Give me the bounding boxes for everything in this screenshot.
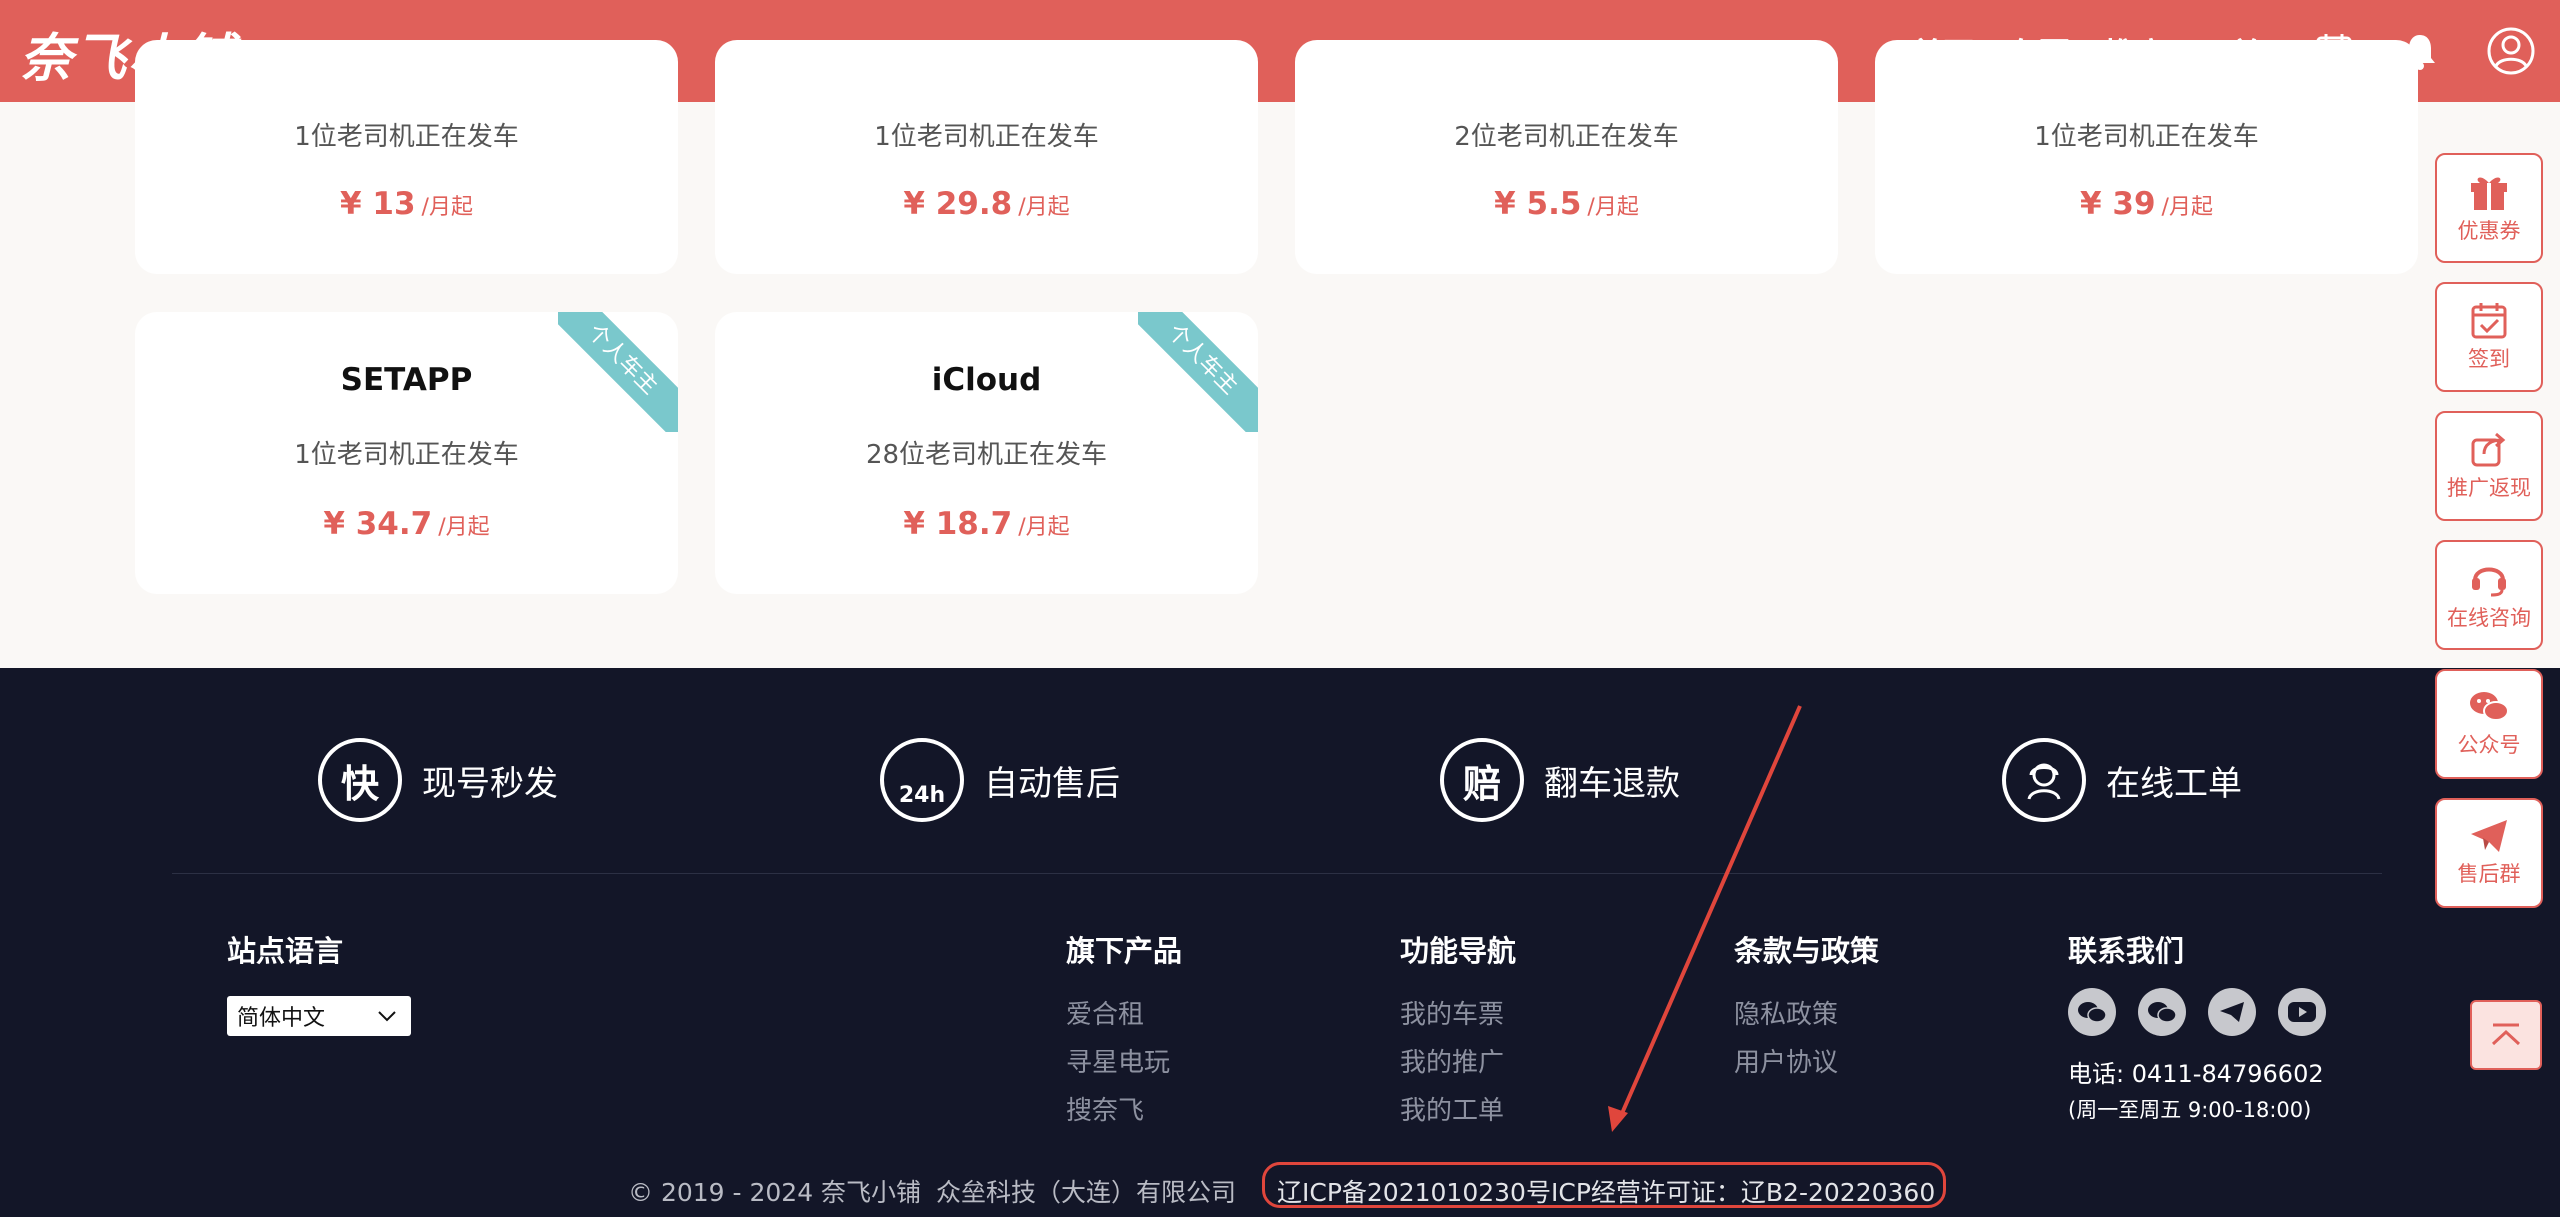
product-card[interactable]: 2位老司机正在发车 ¥ 5.5/月起: [1295, 40, 1838, 274]
link-terms[interactable]: 用户协议: [1734, 1042, 1838, 1079]
feature-auto-service: 24h 自动售后: [880, 738, 1120, 822]
card-driver-count: 28位老司机正在发车: [865, 440, 1108, 470]
contact-title: 联系我们: [2068, 934, 2185, 968]
company-name: 众垒科技（大连）有限公司: [936, 1178, 1237, 1207]
clock-24h-icon: 24h: [880, 738, 964, 822]
card-price: ¥ 18.7/月起: [903, 506, 1070, 542]
sidebar-official-account[interactable]: 公众号: [2435, 669, 2543, 779]
link-my-workorder[interactable]: 我的工单: [1400, 1090, 1504, 1127]
card-price: ¥ 5.5/月起: [1494, 186, 1639, 222]
feature-refund: 赔 翻车退款: [1440, 738, 1680, 822]
sidebar-consult[interactable]: 在线咨询: [2435, 540, 2543, 650]
contact-phone: 电话: 0411-84796602: [2068, 1060, 2324, 1088]
card-title: iCloud: [931, 362, 1042, 398]
sidebar-checkin[interactable]: 签到: [2435, 282, 2543, 392]
headset-icon: [2472, 567, 2506, 597]
copyright-text: © 2019 - 2024 奈飞小铺: [628, 1178, 922, 1207]
nav-title: 功能导航: [1400, 934, 1517, 968]
link-my-tickets[interactable]: 我的车票: [1400, 994, 1504, 1031]
sidebar-coupon[interactable]: 优惠券: [2435, 153, 2543, 263]
card-driver-count: 1位老司机正在发车: [294, 122, 519, 152]
product-card[interactable]: 1位老司机正在发车 ¥ 29.8/月起: [715, 40, 1258, 274]
card-price: ¥ 39/月起: [2080, 186, 2213, 222]
paper-plane-icon: [2471, 820, 2507, 852]
language-title: 站点语言: [227, 934, 344, 968]
card-title: SETAPP: [340, 362, 473, 398]
card-price: ¥ 29.8/月起: [903, 186, 1070, 222]
site-footer: 快 现号秒发 24h 自动售后 赔 翻车退款 在线工单 站点语言 简体中文 旗下…: [0, 668, 2560, 1217]
support-agent-icon: [2002, 738, 2086, 822]
card-driver-count: 1位老司机正在发车: [2034, 122, 2259, 152]
fast-badge-icon: 快: [318, 738, 402, 822]
card-price: ¥ 13/月起: [340, 186, 473, 222]
card-driver-count: 1位老司机正在发车: [874, 122, 1099, 152]
calendar-check-icon: [2471, 303, 2507, 339]
language-select[interactable]: 简体中文: [227, 996, 411, 1036]
product-card[interactable]: 1位老司机正在发车 ¥ 13/月起: [135, 40, 678, 274]
share-icon: [2471, 432, 2506, 467]
youtube-icon[interactable]: [2278, 988, 2326, 1036]
contact-hours: (周一至周五 9:00-18:00): [2068, 1098, 2312, 1122]
chevron-down-icon: [378, 1011, 396, 1022]
product-card[interactable]: 1位老司机正在发车 ¥ 39/月起: [1875, 40, 2418, 274]
wechat-official-icon[interactable]: [2138, 988, 2186, 1036]
back-to-top-button[interactable]: [2470, 1000, 2542, 1070]
feature-instant: 快 现号秒发: [318, 738, 558, 822]
footer-divider: [172, 873, 2382, 874]
gift-icon: [2471, 177, 2507, 210]
product-card-setapp[interactable]: 个人车主 SETAPP 1位老司机正在发车 ¥ 34.7/月起: [135, 312, 678, 594]
icp-license[interactable]: ICP经营许可证：辽B2-20220360: [1551, 1173, 1935, 1209]
card-price: ¥ 34.7/月起: [323, 506, 490, 542]
link-privacy[interactable]: 隐私政策: [1734, 994, 1838, 1031]
sidebar-aftersales-group[interactable]: 售后群: [2435, 798, 2543, 908]
telegram-icon[interactable]: [2208, 988, 2256, 1036]
icp-record[interactable]: 辽ICP备2021010230号: [1277, 1173, 1551, 1209]
link-my-promote[interactable]: 我的推广: [1400, 1042, 1504, 1079]
user-avatar-icon[interactable]: [2484, 24, 2538, 78]
link-aihezu[interactable]: 爱合租: [1066, 994, 1144, 1031]
products-title: 旗下产品: [1066, 934, 1183, 968]
link-xunxing[interactable]: 寻星电玩: [1066, 1042, 1170, 1079]
arrow-up-icon: [2491, 1023, 2521, 1046]
wechat-icon[interactable]: [2068, 988, 2116, 1036]
feature-workorder: 在线工单: [2002, 738, 2242, 822]
product-card-icloud[interactable]: 个人车主 iCloud 28位老司机正在发车 ¥ 18.7/月起: [715, 312, 1258, 594]
wechat-icon: [2470, 692, 2509, 721]
policy-title: 条款与政策: [1734, 934, 1880, 968]
refund-badge-icon: 赔: [1440, 738, 1524, 822]
card-driver-count: 1位老司机正在发车: [294, 440, 519, 470]
link-sounaifei[interactable]: 搜奈飞: [1066, 1090, 1144, 1127]
sidebar-referral[interactable]: 推广返现: [2435, 411, 2543, 521]
card-driver-count: 2位老司机正在发车: [1454, 122, 1679, 152]
